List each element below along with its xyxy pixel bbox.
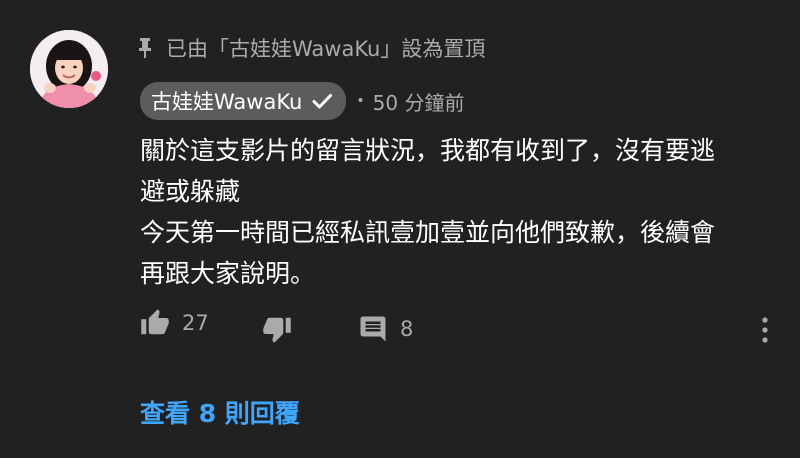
like-button[interactable]: 27: [140, 308, 209, 338]
view-replies-link[interactable]: 查看 8 則回覆: [140, 394, 300, 430]
pinned-text: 已由「古娃娃WawaKu」設為置頂: [166, 37, 486, 61]
separator-dot: •: [356, 93, 365, 109]
reply-button[interactable]: 8: [358, 314, 413, 344]
comment-text: 關於這支影片的留言狀況，我都有收到了，沒有要逃 避或躲藏 今天第一時間已經私訊壹…: [140, 130, 780, 294]
avatar[interactable]: [30, 30, 108, 108]
comment-timestamp[interactable]: 50 分鐘前: [373, 87, 465, 116]
pin-icon: [138, 37, 152, 59]
author-name: 古娃娃WawaKu: [151, 90, 303, 114]
author-chip[interactable]: 古娃娃WawaKu: [140, 82, 347, 120]
check-icon: [310, 89, 334, 113]
more-vert-icon: [760, 316, 770, 344]
thumb-down-icon: [262, 314, 292, 344]
comment-actions: 27 8: [140, 308, 772, 352]
more-options-button[interactable]: [760, 316, 770, 344]
comment-header: 古娃娃WawaKu • 50 分鐘前: [140, 82, 464, 120]
comment-line: 今天第一時間已經私訊壹加壹並向他們致歉，後續會: [140, 218, 716, 247]
dislike-button[interactable]: [262, 314, 292, 344]
comment-icon: [358, 314, 388, 344]
pinned-indicator: 已由「古娃娃WawaKu」設為置頂: [138, 33, 485, 63]
comment-line: 再跟大家說明。: [140, 259, 316, 288]
comment-line: 關於這支影片的留言狀況，我都有收到了，沒有要逃: [140, 136, 716, 165]
like-count: 27: [182, 311, 209, 335]
thumb-up-icon: [140, 308, 170, 338]
comment-line: 避或躲藏: [140, 177, 241, 206]
avatar-image: [30, 30, 108, 108]
reply-count: 8: [400, 317, 414, 341]
